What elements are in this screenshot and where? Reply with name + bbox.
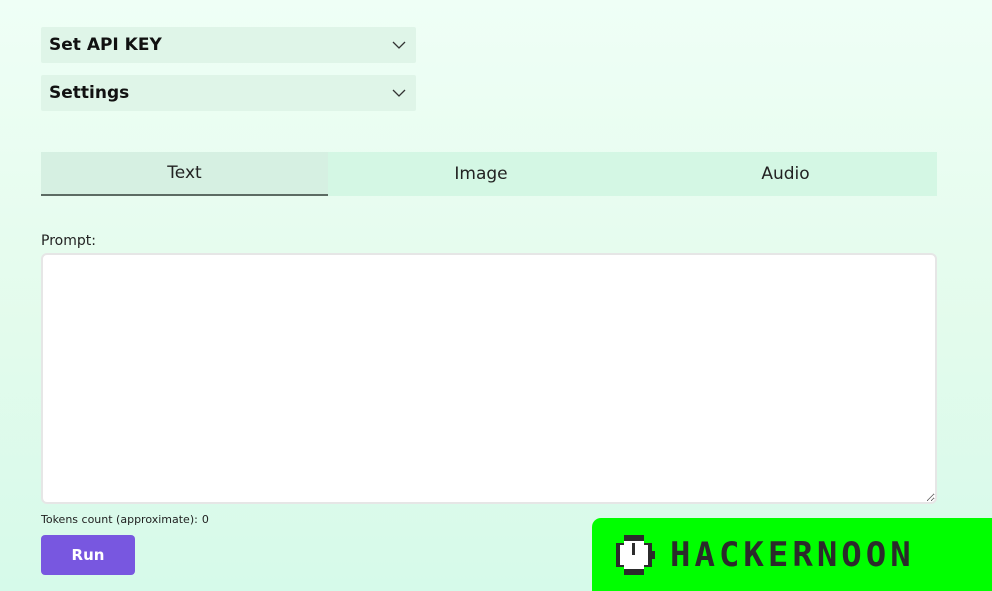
prompt-label: Prompt: <box>41 233 96 249</box>
run-button[interactable]: Run <box>41 535 135 575</box>
tokens-count-label: Tokens count (approximate): <box>41 513 198 526</box>
hackernoon-wordmark: HACKERNOON <box>670 534 915 575</box>
settings-accordion[interactable]: Settings <box>41 75 416 111</box>
chevron-down-icon <box>392 41 406 49</box>
tab-image[interactable]: Image <box>328 152 634 196</box>
hackernoon-logo-icon <box>616 534 655 575</box>
settings-label: Settings <box>49 83 130 103</box>
tokens-count-value: 0 <box>201 513 209 526</box>
tab-audio[interactable]: Audio <box>634 152 937 196</box>
tab-text[interactable]: Text <box>41 152 328 196</box>
chevron-down-icon <box>392 89 406 97</box>
set-api-key-label: Set API KEY <box>49 35 162 55</box>
tokens-count: Tokens count (approximate): 0 <box>41 513 209 526</box>
hackernoon-watermark: HACKERNOON <box>592 518 992 591</box>
prompt-input[interactable] <box>41 253 937 504</box>
mode-tabs: Text Image Audio <box>41 152 937 196</box>
set-api-key-accordion[interactable]: Set API KEY <box>41 27 416 63</box>
